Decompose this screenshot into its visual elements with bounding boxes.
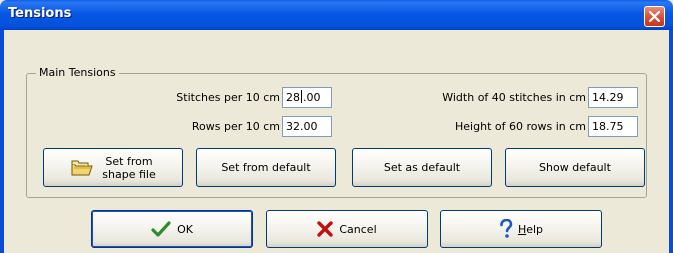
stitches-value-part1: 28: [286, 91, 300, 104]
ok-button[interactable]: OK: [91, 210, 253, 248]
stitches-per-10cm-field[interactable]: 28.00: [282, 87, 332, 108]
height-value: 18.75: [592, 120, 624, 133]
window-frame-left: [0, 30, 4, 253]
window-frame-right: [669, 30, 673, 253]
cancel-button[interactable]: Cancel: [266, 210, 428, 248]
checkmark-icon: [151, 221, 171, 237]
set-from-default-button[interactable]: Set from default: [196, 148, 336, 187]
set-from-shape-line2: shape file: [102, 167, 156, 181]
text-caret: [301, 90, 302, 103]
ok-label: OK: [177, 222, 193, 236]
width-label: Width of 40 stitches in cm: [442, 91, 586, 104]
rows-label: Rows per 10 cm: [191, 120, 280, 133]
width-of-40-stitches-field[interactable]: 14.29: [588, 87, 638, 108]
close-icon: [649, 11, 660, 22]
set-as-default-label: Set as default: [383, 161, 461, 174]
x-icon: [317, 221, 334, 237]
window-title: Tensions: [8, 6, 72, 21]
set-from-shape-file-button[interactable]: Set from shape file: [43, 148, 183, 187]
help-label-rest: elp: [526, 222, 544, 236]
stitches-label: Stitches per 10 cm: [176, 91, 280, 104]
rows-value: 32.00: [286, 120, 318, 133]
set-from-shape-line1: Set from: [105, 154, 153, 168]
title-bar[interactable]: Tensions: [0, 0, 673, 30]
width-value: 14.29: [592, 91, 624, 104]
question-mark-icon: [500, 219, 513, 238]
show-default-button[interactable]: Show default: [505, 148, 645, 187]
set-as-default-button[interactable]: Set as default: [352, 148, 492, 187]
folder-icon: [71, 160, 93, 175]
rows-per-10cm-field[interactable]: 32.00: [282, 116, 332, 137]
help-button[interactable]: Help: [440, 210, 602, 248]
help-label: Help: [518, 223, 543, 236]
close-button[interactable]: [644, 6, 665, 27]
stitches-value-part2: .00: [303, 91, 321, 104]
height-label: Height of 60 rows in cm: [455, 120, 586, 133]
show-default-label: Show default: [539, 161, 611, 174]
height-of-60-rows-field[interactable]: 18.75: [588, 116, 638, 137]
help-accelerator: H: [517, 222, 527, 236]
cancel-label: Cancel: [339, 222, 377, 236]
group-label: Main Tensions: [36, 66, 119, 80]
set-from-default-label: Set from default: [221, 161, 311, 174]
